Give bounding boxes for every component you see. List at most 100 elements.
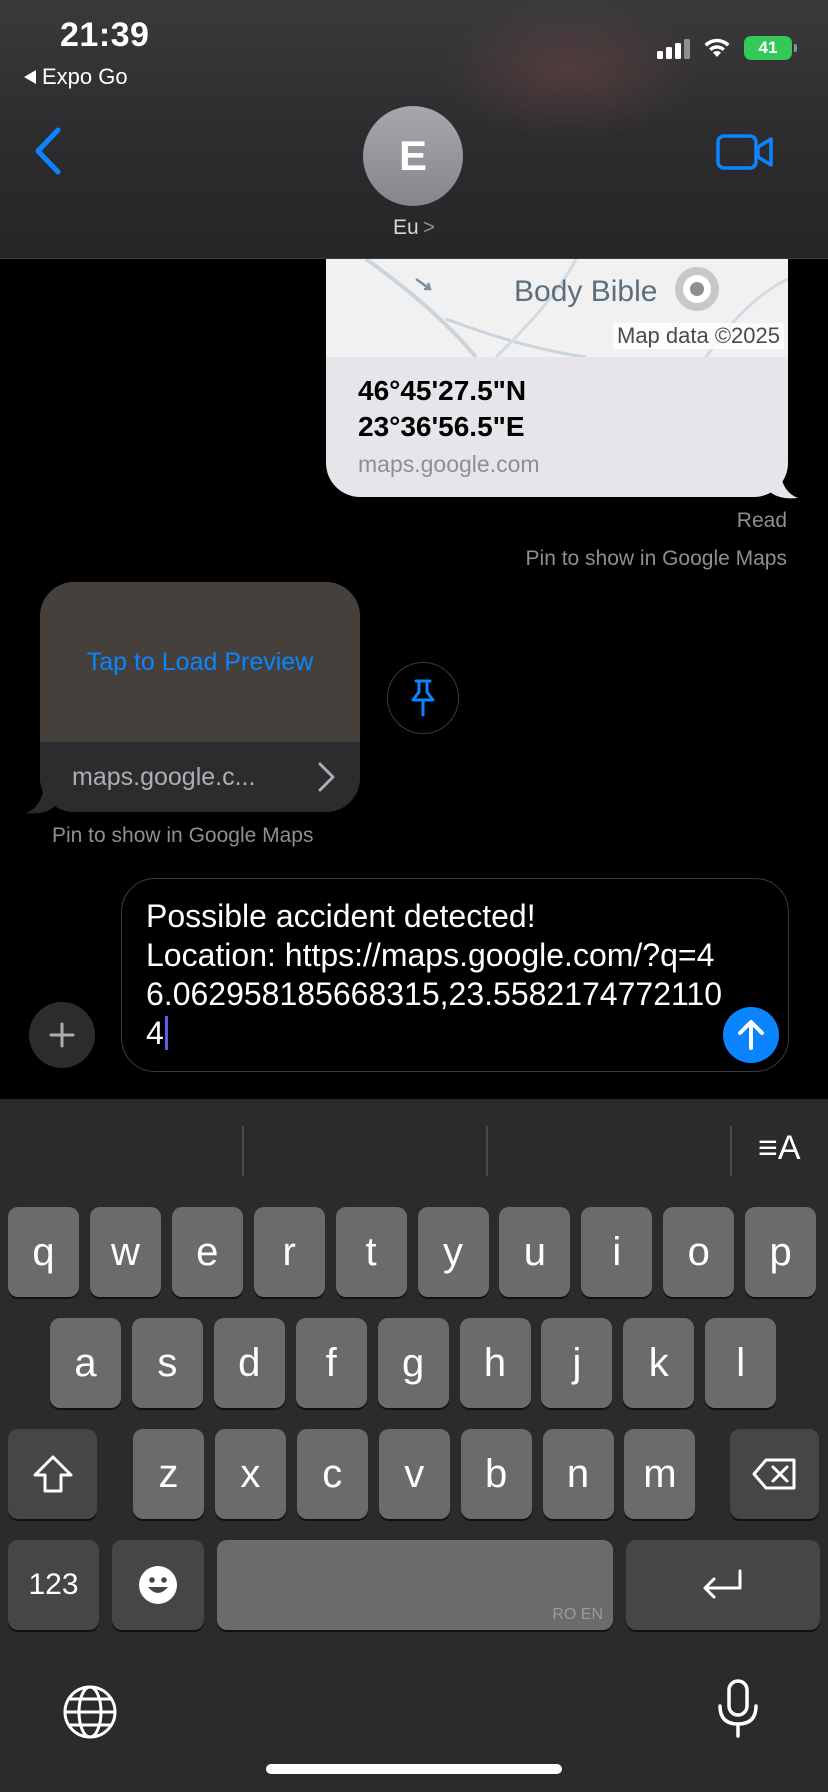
key-m[interactable]: m bbox=[624, 1429, 696, 1519]
contact-name: Eu bbox=[393, 216, 419, 239]
emoji-key[interactable] bbox=[112, 1540, 204, 1630]
key-p[interactable]: p bbox=[745, 1207, 817, 1297]
key-q[interactable]: q bbox=[8, 1207, 79, 1297]
location-message-bubble[interactable]: Body Bible Map data ©2025 46°45'27.5"N 2… bbox=[326, 259, 788, 497]
key-t[interactable]: t bbox=[335, 1207, 407, 1297]
key-k[interactable]: k bbox=[623, 1318, 695, 1408]
back-to-app-link[interactable]: Expo Go bbox=[24, 64, 128, 90]
plus-icon bbox=[49, 1022, 75, 1048]
key-label: u bbox=[523, 1229, 547, 1274]
key-label: q bbox=[32, 1229, 55, 1274]
key-i[interactable]: i bbox=[581, 1207, 653, 1297]
key-label: r bbox=[282, 1229, 296, 1274]
key-z[interactable]: z bbox=[133, 1429, 204, 1519]
key-e[interactable]: e bbox=[171, 1207, 243, 1297]
key-l[interactable]: l bbox=[705, 1318, 777, 1408]
key-label: s bbox=[157, 1340, 178, 1385]
key-label: y bbox=[443, 1229, 463, 1274]
key-x[interactable]: x bbox=[214, 1429, 286, 1519]
bubble-tail-left bbox=[26, 785, 54, 814]
message-input-text[interactable]: Possible accident detected! Location: ht… bbox=[146, 897, 726, 1053]
read-receipt: Read bbox=[736, 509, 787, 532]
coordinate-longitude: 23°36'56.5"E bbox=[358, 411, 525, 442]
key-label: f bbox=[325, 1340, 337, 1385]
delete-key[interactable] bbox=[730, 1429, 819, 1519]
battery-level: 41 bbox=[758, 38, 778, 57]
key-label: h bbox=[483, 1340, 507, 1385]
tap-to-load-preview[interactable]: Tap to Load Preview bbox=[40, 582, 360, 742]
map-place-label: Body Bible bbox=[514, 275, 658, 308]
pin-button[interactable] bbox=[387, 662, 459, 734]
return-key[interactable] bbox=[626, 1540, 820, 1630]
key-d[interactable]: d bbox=[213, 1318, 285, 1408]
suggestion-divider bbox=[242, 1126, 244, 1176]
text-format-icon[interactable]: ≡A bbox=[758, 1129, 801, 1168]
key-h[interactable]: h bbox=[459, 1318, 531, 1408]
key-y[interactable]: y bbox=[417, 1207, 489, 1297]
avatar-initial: E bbox=[398, 132, 427, 179]
key-c[interactable]: c bbox=[296, 1429, 368, 1519]
video-camera-icon[interactable] bbox=[716, 132, 774, 172]
key-o[interactable]: o bbox=[663, 1207, 735, 1297]
key-label: o bbox=[687, 1229, 710, 1274]
key-g[interactable]: g bbox=[377, 1318, 449, 1408]
key-v[interactable]: v bbox=[378, 1429, 450, 1519]
chevron-left-icon[interactable] bbox=[30, 126, 66, 176]
map-pin-icon bbox=[675, 267, 719, 311]
key-label: j bbox=[572, 1340, 582, 1385]
space-key[interactable]: RO EN bbox=[217, 1540, 613, 1630]
key-b[interactable]: b bbox=[460, 1429, 532, 1519]
key-s[interactable]: s bbox=[131, 1318, 203, 1408]
map-preview[interactable]: Body Bible Map data ©2025 bbox=[326, 259, 788, 359]
location-coordinates: 46°45'27.5"N 23°36'56.5"E bbox=[358, 373, 526, 445]
wifi-icon bbox=[704, 38, 730, 57]
home-indicator[interactable] bbox=[266, 1764, 562, 1774]
microphone-icon[interactable] bbox=[716, 1678, 760, 1740]
keyboard: ≡A q w e r t y u i o p a s d f g h j k l z x c v b n m 123 RO E… bbox=[0, 1099, 828, 1792]
pin-hint-incoming: Pin to show in Google Maps bbox=[52, 824, 314, 847]
numbers-key-label: 123 bbox=[28, 1568, 79, 1601]
key-r[interactable]: r bbox=[253, 1207, 325, 1297]
key-label: c bbox=[322, 1451, 343, 1496]
pin-hint-outgoing: Pin to show in Google Maps bbox=[525, 547, 787, 570]
key-label: g bbox=[401, 1340, 425, 1385]
location-domain: maps.google.com bbox=[358, 451, 540, 477]
key-j[interactable]: j bbox=[541, 1318, 613, 1408]
message-input[interactable]: Possible accident detected! Location: ht… bbox=[121, 878, 789, 1072]
bubble-tail-right bbox=[770, 470, 798, 499]
key-u[interactable]: u bbox=[499, 1207, 571, 1297]
status-icons: 41 bbox=[657, 36, 797, 60]
conversation-header: 21:39 Expo Go 41 E Eu > bbox=[0, 0, 828, 259]
globe-icon[interactable] bbox=[62, 1684, 118, 1740]
delete-backward-icon bbox=[752, 1458, 795, 1490]
map-copyright: Map data ©2025 bbox=[613, 323, 784, 349]
key-w[interactable]: w bbox=[89, 1207, 161, 1297]
send-button[interactable] bbox=[723, 1007, 779, 1063]
tap-to-load-label: Tap to Load Preview bbox=[86, 647, 314, 676]
contact-avatar[interactable]: E bbox=[363, 106, 463, 206]
coordinate-latitude: 46°45'27.5"N bbox=[358, 375, 527, 406]
back-app-label: Expo Go bbox=[42, 64, 128, 89]
return-icon bbox=[703, 1569, 742, 1599]
link-url-row[interactable]: maps.google.c... bbox=[40, 742, 360, 812]
suggestion-divider bbox=[730, 1126, 732, 1176]
message-text: Possible accident detected! Location: ht… bbox=[146, 898, 722, 1051]
link-preview-bubble[interactable]: Tap to Load Preview maps.google.c... bbox=[40, 582, 360, 812]
status-time: 21:39 bbox=[60, 16, 150, 54]
back-triangle-icon bbox=[24, 70, 36, 84]
key-label: a bbox=[74, 1340, 97, 1385]
numbers-key[interactable]: 123 bbox=[8, 1540, 99, 1630]
contact-name-button[interactable]: Eu > bbox=[0, 216, 828, 240]
add-attachment-button[interactable] bbox=[29, 1002, 95, 1068]
shift-icon bbox=[33, 1455, 72, 1493]
shift-key[interactable] bbox=[8, 1429, 97, 1519]
key-label: v bbox=[404, 1451, 425, 1496]
key-f[interactable]: f bbox=[295, 1318, 367, 1408]
cellular-signal-icon bbox=[657, 37, 690, 59]
key-a[interactable]: a bbox=[50, 1318, 121, 1408]
key-label: i bbox=[612, 1229, 622, 1274]
arrow-up-icon bbox=[738, 1020, 764, 1050]
key-label: e bbox=[196, 1229, 219, 1274]
emoji-icon bbox=[139, 1566, 177, 1604]
key-n[interactable]: n bbox=[542, 1429, 614, 1519]
